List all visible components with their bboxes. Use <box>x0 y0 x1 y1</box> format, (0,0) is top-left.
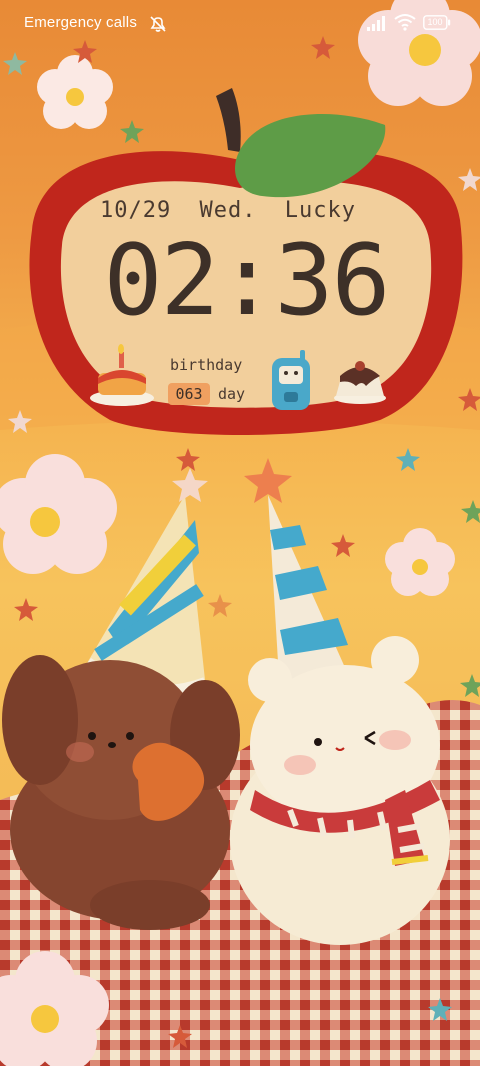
battery-level-text: 100 <box>427 17 443 27</box>
white-bear-character <box>230 636 450 945</box>
weekday-text: Wed. <box>199 198 257 223</box>
event-label: birthday <box>170 356 243 374</box>
mood-text: Lucky <box>284 198 356 223</box>
status-bar: Emergency calls 100 <box>0 0 480 48</box>
emergency-calls-text: Emergency calls <box>24 14 138 31</box>
signal-icon <box>367 16 385 31</box>
day-count-badge: 063 <box>168 383 210 405</box>
clock-time: 02:36 <box>103 224 390 338</box>
alarm-off-icon <box>150 16 166 32</box>
date-text: 10/29 <box>100 198 172 223</box>
wifi-icon <box>394 14 416 31</box>
date-line: 10/29 Wed. Lucky <box>100 198 380 223</box>
lock-screen: Emergency calls 100 10/29 Wed. Lucky 02:… <box>0 0 480 1066</box>
day-unit-label: day <box>218 385 246 403</box>
